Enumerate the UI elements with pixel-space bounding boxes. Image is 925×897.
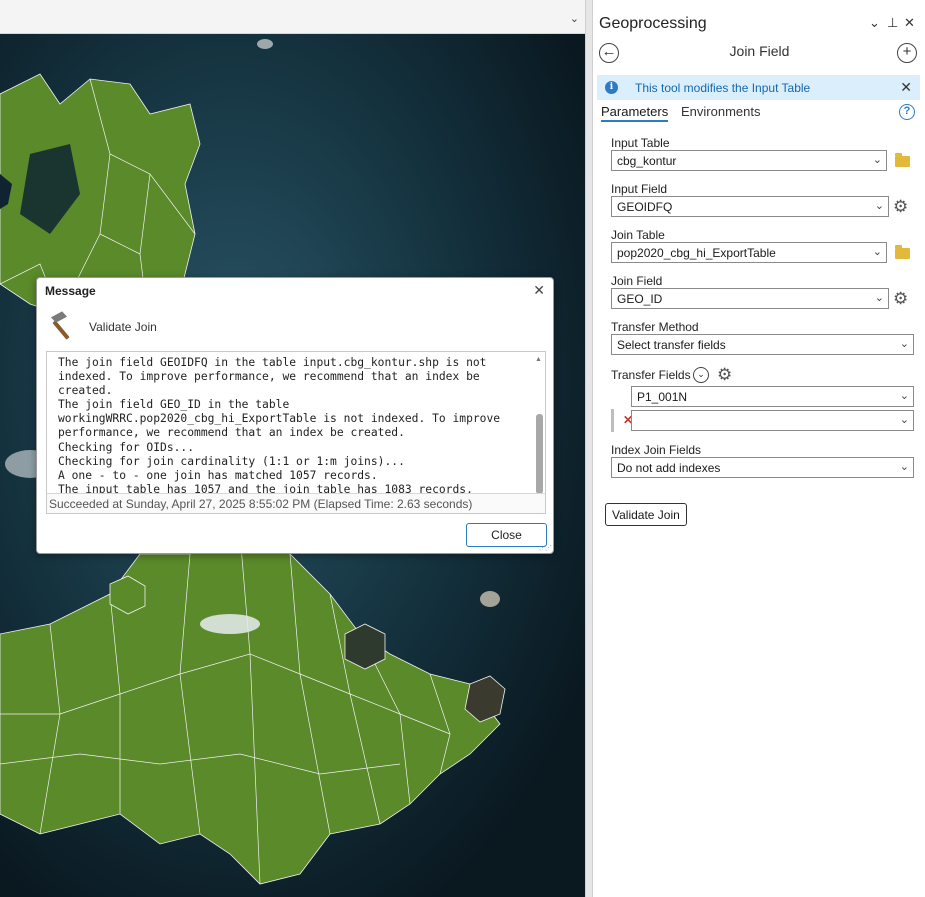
resize-grip-icon[interactable]: ⋰⋰ — [539, 544, 552, 552]
join-field-label: Join Field — [611, 274, 663, 288]
info-banner: i This tool modifies the Input Table ✕ — [597, 75, 920, 100]
pane-close-icon[interactable]: ✕ — [904, 15, 915, 31]
message-line: The join field GEOIDFQ in the table inpu… — [58, 356, 487, 369]
chevron-down-icon[interactable]: ⌄ — [873, 153, 882, 166]
index-join-fields-combo[interactable]: Do not add indexes ⌄ — [611, 457, 914, 478]
map-menu-chevron-icon[interactable]: ⌄ — [570, 12, 579, 25]
chevron-down-icon[interactable]: ⌄ — [875, 291, 884, 304]
chevron-down-icon[interactable]: ⌄ — [873, 245, 882, 258]
message-scrollbar[interactable]: ▲ ▼ — [535, 356, 543, 504]
pane-options-chevron-icon[interactable]: ⌄ — [869, 15, 880, 31]
message-line: performance, we recommend that an index … — [58, 426, 405, 440]
message-line: The join field GEO_ID in the table — [58, 398, 290, 412]
chevron-down-icon[interactable]: ⌄ — [900, 460, 909, 473]
message-log[interactable]: The join field GEOIDFQ in the table inpu… — [46, 351, 546, 514]
tab-environments[interactable]: Environments — [681, 104, 760, 119]
message-line: Checking for OIDs... — [58, 440, 195, 454]
transfer-method-value: Select transfer fields — [617, 338, 726, 352]
hammer-icon — [50, 311, 70, 340]
pane-title: Geoprocessing — [599, 15, 707, 32]
map-view-header: ⌄ — [0, 0, 585, 34]
add-plus-icon[interactable]: + — [897, 43, 917, 63]
message-line: indexed. To improve performance, we reco… — [58, 370, 480, 384]
transfer-field-combo-2[interactable]: ⌄ — [631, 410, 914, 431]
join-table-label: Join Table — [611, 228, 665, 242]
help-icon[interactable]: ? — [899, 104, 915, 120]
message-line: Checking for join cardinality (1:1 or 1:… — [58, 454, 405, 468]
tab-parameters[interactable]: Parameters — [601, 104, 669, 122]
transfer-field-value-1: P1_001N — [637, 390, 688, 404]
folder-browse-icon[interactable] — [895, 245, 910, 259]
gear-icon[interactable]: ⚙ — [893, 290, 908, 307]
index-join-fields-label: Index Join Fields — [611, 443, 702, 457]
dialog-heading: Validate Join — [89, 320, 157, 334]
input-table-combo[interactable]: cbg_kontur ⌄ — [611, 150, 887, 171]
transfer-method-label: Transfer Method — [611, 320, 699, 334]
validate-join-button[interactable]: Validate Join — [605, 503, 687, 526]
input-table-label: Input Table — [611, 136, 670, 150]
collapse-chevron-icon[interactable]: ⌄ — [693, 367, 709, 383]
message-line: workingWRRC.pop2020_cbg_hi_ExportTable i… — [58, 412, 501, 426]
back-arrow-icon[interactable]: ← — [599, 43, 619, 63]
chevron-down-icon[interactable]: ⌄ — [900, 389, 909, 402]
transfer-method-combo[interactable]: Select transfer fields ⌄ — [611, 334, 914, 355]
info-icon: i — [605, 81, 618, 94]
geoprocessing-pane: Geoprocessing ⌄ ⊥ ✕ Join Field ← + i Thi… — [592, 0, 925, 897]
folder-browse-icon[interactable] — [895, 153, 910, 167]
chevron-down-icon[interactable]: ⌄ — [900, 413, 909, 426]
chevron-down-icon[interactable]: ⌄ — [900, 337, 909, 350]
join-field-value: GEO_ID — [617, 292, 663, 306]
dialog-close-icon[interactable]: ✕ — [533, 282, 545, 299]
input-table-value: cbg_kontur — [617, 154, 677, 168]
gear-icon[interactable]: ⚙ — [893, 198, 908, 215]
transfer-fields-label: Transfer Fields — [611, 368, 691, 382]
gear-icon[interactable]: ⚙ — [717, 366, 732, 383]
join-field-combo[interactable]: GEO_ID ⌄ — [611, 288, 889, 309]
tool-header: Join Field ← + — [593, 40, 925, 66]
chevron-down-icon[interactable]: ⌄ — [875, 199, 884, 212]
input-field-label: Input Field — [611, 182, 668, 196]
row-drag-handle[interactable] — [611, 409, 614, 432]
input-field-combo[interactable]: GEOIDFQ ⌄ — [611, 196, 889, 217]
index-join-fields-value: Do not add indexes — [617, 461, 721, 475]
input-field-value: GEOIDFQ — [617, 200, 673, 214]
info-banner-text: This tool modifies the Input Table — [635, 81, 811, 95]
tool-name: Join Field — [729, 43, 790, 59]
message-lines: The join field GEOIDFQ in the table inpu… — [58, 356, 530, 497]
message-line: A one - to - one join has matched 1057 r… — [58, 468, 378, 482]
dialog-title: Message — [45, 284, 96, 298]
info-close-icon[interactable]: ✕ — [900, 79, 912, 96]
join-table-combo[interactable]: pop2020_cbg_hi_ExportTable ⌄ — [611, 242, 887, 263]
scroll-up-icon[interactable]: ▲ — [535, 356, 542, 363]
message-status: Succeeded at Sunday, April 27, 2025 8:55… — [47, 493, 545, 513]
message-line: created. — [58, 384, 113, 398]
pin-icon[interactable]: ⊥ — [887, 15, 898, 31]
pane-splitter[interactable] — [585, 0, 592, 897]
join-table-value: pop2020_cbg_hi_ExportTable — [617, 246, 776, 260]
close-button[interactable]: Close — [466, 523, 547, 547]
transfer-field-combo-1[interactable]: P1_001N ⌄ — [631, 386, 914, 407]
scroll-thumb[interactable] — [536, 414, 543, 494]
message-dialog: Message ✕ Validate Join The join field G… — [36, 277, 554, 554]
